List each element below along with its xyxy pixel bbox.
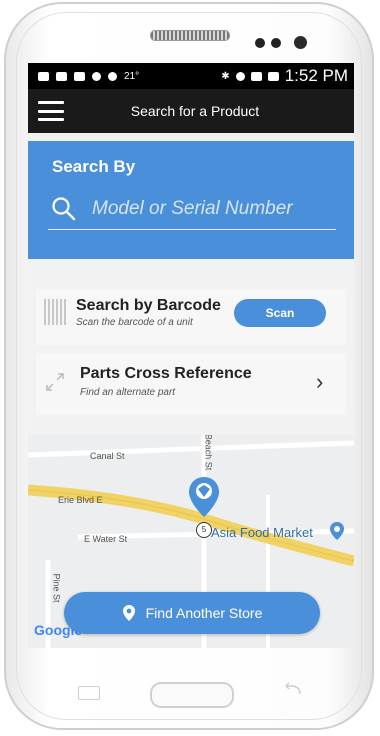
- expand-arrows-icon: [46, 373, 64, 391]
- home-button[interactable]: [150, 682, 234, 708]
- status-bar: 21° ✱ 1:52 PM: [28, 63, 354, 89]
- search-input[interactable]: Model or Serial Number: [48, 189, 336, 230]
- store-location-pin-icon[interactable]: [187, 475, 221, 519]
- chevron-right-icon[interactable]: ›: [316, 369, 323, 395]
- phone-screen: 21° ✱ 1:52 PM Search for a Product Searc…: [28, 63, 354, 648]
- street-label: Pine St: [51, 573, 62, 603]
- calendar-icon: [74, 71, 85, 81]
- search-icon: [52, 197, 76, 221]
- app-title-bar: Search for a Product: [28, 89, 354, 133]
- street-label: Beach St: [203, 435, 214, 471]
- minus-circle-icon: [235, 71, 245, 81]
- front-camera: [294, 36, 307, 49]
- clock: 1:52 PM: [284, 66, 348, 85]
- search-placeholder: Model or Serial Number: [92, 198, 293, 219]
- find-another-store-label: Find Another Store: [145, 605, 263, 621]
- page-title: Search for a Product: [130, 103, 260, 119]
- restaurant-pin-icon[interactable]: [329, 521, 345, 541]
- back-arrow-icon[interactable]: [282, 682, 304, 698]
- sensor-dot: [271, 38, 281, 48]
- signal-icon: [250, 71, 262, 81]
- store-map[interactable]: Canal St Erie Blvd E E Water St Pine St …: [28, 435, 354, 648]
- wifi-icon: [92, 71, 101, 81]
- voicemail-icon: [56, 71, 67, 81]
- location-pin-icon: [122, 605, 135, 621]
- earpiece-speaker: [150, 30, 230, 41]
- barcode-card-title: Search by Barcode: [76, 297, 221, 314]
- cross-ref-card-subtitle: Find an alternate part: [80, 387, 176, 398]
- search-panel: Search By Model or Serial Number: [28, 141, 354, 259]
- sun-icon: [108, 71, 117, 81]
- sensor-dot: [255, 38, 265, 48]
- battery-icon: [267, 71, 279, 81]
- barcode-search-card[interactable]: Search by Barcode Scan the barcode of a …: [36, 289, 346, 345]
- street-label: E Water St: [84, 534, 128, 544]
- find-another-store-button[interactable]: Find Another Store: [64, 592, 320, 634]
- street-label: Canal St: [90, 451, 125, 461]
- poi-label[interactable]: Asia Food Market: [211, 525, 313, 540]
- scan-button[interactable]: Scan: [234, 299, 326, 327]
- menu-key[interactable]: [78, 686, 100, 700]
- barcode-card-subtitle: Scan the barcode of a unit: [76, 317, 193, 328]
- bluetooth-icon: ✱: [221, 70, 230, 82]
- route-shield: 5: [196, 522, 212, 538]
- search-by-label: Search By: [52, 157, 136, 176]
- message-icon: [38, 71, 49, 81]
- parts-cross-reference-card[interactable]: Parts Cross Reference Find an alternate …: [36, 353, 346, 415]
- street-label: Erie Blvd E: [58, 495, 103, 505]
- temperature-label: 21°: [124, 70, 140, 82]
- barcode-icon: [44, 299, 66, 325]
- cross-ref-card-title: Parts Cross Reference: [80, 365, 252, 382]
